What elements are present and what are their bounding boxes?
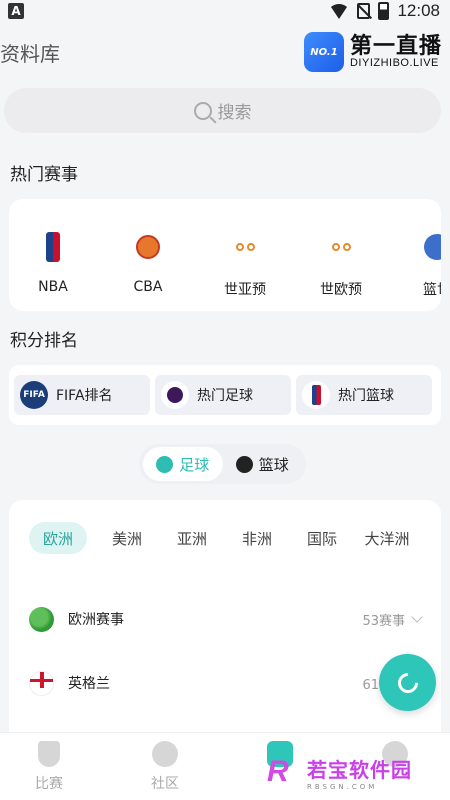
region-tab-europe[interactable]: 欧洲 — [29, 522, 87, 554]
hot-events-card: NBA CBA 世亚预 世欧预 篮世 — [9, 199, 441, 311]
tab-community[interactable]: 社区 — [125, 741, 205, 793]
search-icon — [193, 101, 212, 120]
sport-option-label: 足球 — [179, 455, 210, 474]
rankings-card: FIFA FIFA排名 热门足球 热门篮球 — [9, 365, 441, 425]
search-bar[interactable]: 搜索 — [4, 88, 441, 133]
region-tab-oceania[interactable]: 大洋洲 — [354, 522, 420, 554]
brand-badge-icon: NO.1 — [303, 32, 344, 72]
tab-label: 社区 — [151, 776, 179, 792]
hot-item-label: NBA — [38, 279, 68, 295]
rank-fifa-button[interactable]: FIFA FIFA排名 — [14, 375, 150, 415]
region-tab-asia[interactable]: 亚洲 — [159, 522, 225, 554]
status-bar: A 12:08 — [0, 0, 450, 22]
rank-hot-football-button[interactable]: 热门足球 — [155, 375, 291, 415]
sport-option-label: 篮球 — [258, 455, 289, 474]
status-icons: 12:08 — [329, 1, 440, 21]
list-item-count-text: 53赛事 — [362, 613, 405, 629]
premier-league-icon — [161, 381, 189, 409]
notification-a-icon: A — [8, 3, 24, 19]
sport-option-football[interactable]: 足球 — [143, 447, 223, 481]
globe-icon — [29, 606, 54, 632]
hot-section-title: 热门赛事 — [10, 165, 78, 185]
brand-url: DIYIZHIBO.LIVE — [349, 56, 439, 69]
hot-item-asia-qualifier[interactable]: 世亚预 — [203, 199, 287, 311]
hot-item-label: 世亚预 — [224, 282, 266, 298]
list-item-count: 53赛事 — [362, 610, 423, 629]
list-item[interactable]: 欧洲赛事 53赛事 — [29, 604, 423, 634]
watermark: R 若宝软件园 RBSGN.COM — [267, 752, 447, 792]
hot-item-world-cup[interactable]: 篮世 — [395, 199, 441, 311]
trophy-icon — [38, 741, 60, 767]
watermark-logo: R — [267, 755, 289, 788]
hot-item-europe-qualifier[interactable]: 世欧预 — [299, 199, 383, 311]
nba-logo-icon — [46, 232, 60, 262]
brand-name: 第一直播 — [349, 33, 442, 59]
sport-option-basketball[interactable]: 篮球 — [223, 447, 303, 481]
hot-item-label: 篮世 — [423, 282, 441, 298]
brand-logo: NO.1 第一直播 DIYIZHIBO.LIVE — [303, 32, 442, 72]
rank-label: 热门足球 — [197, 388, 253, 404]
list-item-name: 欧洲赛事 — [68, 612, 124, 628]
status-time: 12:08 — [397, 1, 440, 20]
fiba-europe-qualifier-icon — [326, 240, 356, 254]
refresh-icon — [393, 668, 422, 697]
hot-item-label: CBA — [133, 279, 163, 295]
hot-item-cba[interactable]: CBA — [106, 199, 190, 311]
soccer-ball-icon — [156, 455, 174, 473]
region-list-card: 欧洲 美洲 亚洲 非洲 国际 大洋洲 欧洲赛事 53赛事 英格兰 61赛事 — [9, 500, 441, 740]
england-flag-icon — [29, 670, 54, 696]
tab-matches[interactable]: 比赛 — [9, 741, 89, 793]
sport-toggle: 足球 篮球 — [139, 444, 306, 484]
page-title: 资料库 — [0, 41, 60, 66]
cba-logo-icon — [136, 235, 160, 259]
watermark-text: 若宝软件园 — [307, 757, 412, 782]
rank-label: 热门篮球 — [338, 388, 394, 404]
compass-icon — [152, 741, 178, 767]
fifa-logo-icon: FIFA — [20, 381, 48, 409]
tab-label: 比赛 — [35, 776, 63, 792]
hot-item-label: 世欧预 — [320, 282, 362, 298]
rank-hot-basketball-button[interactable]: 热门篮球 — [296, 375, 432, 415]
nba-logo-icon — [302, 381, 330, 409]
rank-section-title: 积分排名 — [10, 331, 78, 351]
refresh-button[interactable] — [379, 654, 436, 711]
wifi-icon — [329, 3, 350, 19]
rank-label: FIFA排名 — [56, 388, 113, 404]
basketball-world-cup-icon — [424, 234, 441, 260]
watermark-url: RBSGN.COM — [307, 782, 378, 791]
basketball-icon — [235, 455, 253, 473]
region-tab-americas[interactable]: 美洲 — [94, 522, 160, 554]
fiba-asia-qualifier-icon — [230, 240, 260, 254]
region-tabs: 欧洲 美洲 亚洲 非洲 国际 大洋洲 — [29, 522, 419, 554]
region-tab-africa[interactable]: 非洲 — [224, 522, 290, 554]
app-header: 资料库 NO.1 第一直播 DIYIZHIBO.LIVE — [0, 24, 450, 80]
battery-icon — [378, 2, 390, 20]
hot-item-nba[interactable]: NBA — [11, 199, 95, 311]
no-sim-icon — [357, 3, 371, 19]
region-tab-international[interactable]: 国际 — [289, 522, 355, 554]
list-item[interactable]: 英格兰 61赛事 — [29, 668, 423, 698]
chevron-down-icon — [411, 611, 423, 623]
search-placeholder: 搜索 — [217, 103, 252, 123]
list-item-name: 英格兰 — [68, 676, 110, 692]
